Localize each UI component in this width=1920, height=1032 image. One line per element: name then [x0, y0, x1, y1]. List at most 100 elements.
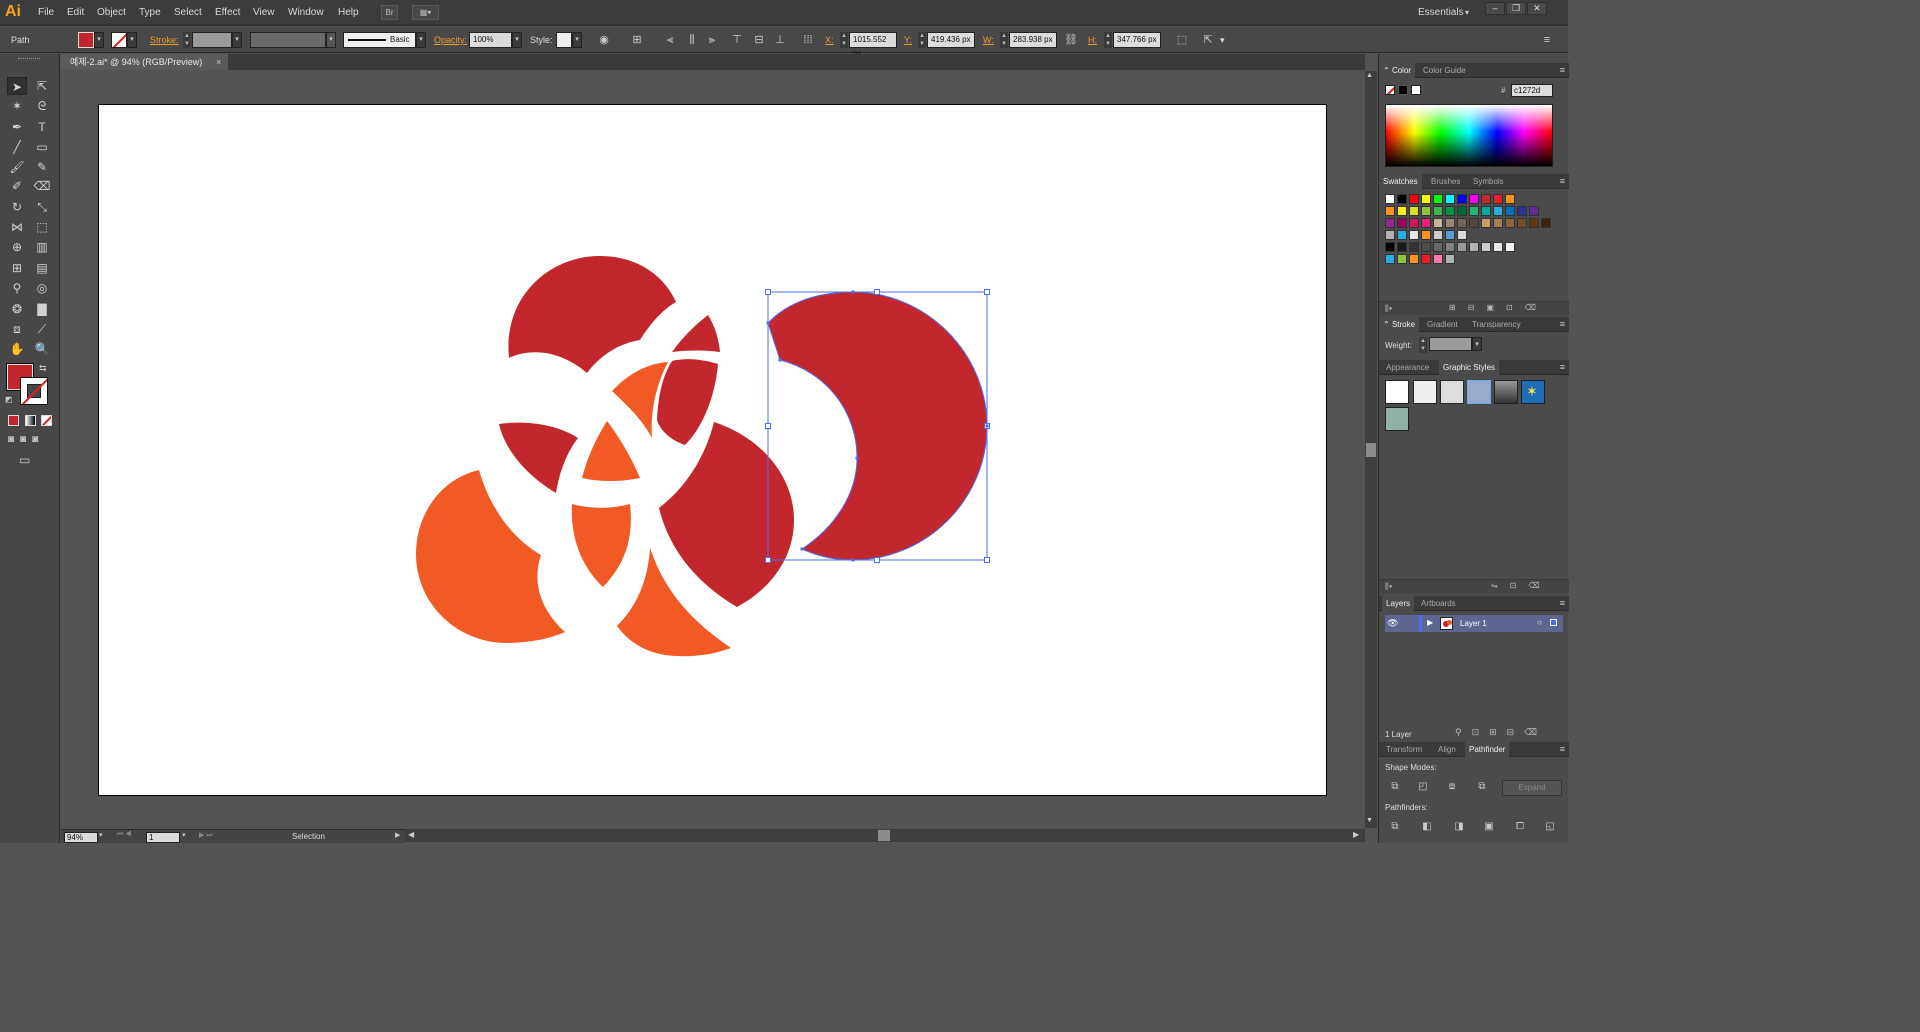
- control-panel-menu-icon[interactable]: ≡: [1540, 33, 1554, 47]
- graphic-style-no-stroke[interactable]: [1413, 380, 1437, 404]
- artboard-number-field[interactable]: 1: [146, 832, 180, 843]
- swatch[interactable]: [1457, 242, 1467, 252]
- panel-menu-icon[interactable]: ≡: [1560, 742, 1565, 757]
- first-artboard-icon[interactable]: ⏮ ◀: [117, 831, 132, 839]
- swatch[interactable]: [1409, 194, 1419, 204]
- top-petal[interactable]: [508, 255, 676, 373]
- tab-graphic-styles[interactable]: Graphic Styles: [1439, 360, 1500, 375]
- swatch-libraries-icon[interactable]: ⫼▾: [1385, 304, 1393, 314]
- swatch[interactable]: [1397, 194, 1407, 204]
- crimson-middle-crescent[interactable]: [657, 359, 718, 445]
- artboard-dropdown-icon[interactable]: ▾: [182, 831, 186, 839]
- swatch[interactable]: [1421, 242, 1431, 252]
- swatch[interactable]: [1433, 206, 1443, 216]
- swatch-actions-icon[interactable]: ⊞⊟▣⊡⌫: [1449, 303, 1548, 312]
- tab-gradient[interactable]: Gradient: [1423, 317, 1462, 332]
- panel-menu-icon[interactable]: ≡: [1560, 174, 1565, 189]
- swatch[interactable]: [1445, 218, 1455, 228]
- restore-button[interactable]: ❐: [1506, 2, 1526, 15]
- left-leaf-petal[interactable]: [499, 422, 578, 493]
- tab-pathfinder[interactable]: Pathfinder: [1465, 742, 1510, 757]
- tab-transparency[interactable]: Transparency: [1468, 317, 1525, 332]
- swatch[interactable]: [1385, 254, 1395, 264]
- layer-actions-icon[interactable]: ⚲⊡⊞⊟⌫: [1455, 727, 1547, 738]
- tab-align[interactable]: Align: [1434, 742, 1460, 757]
- none-color-icon[interactable]: [1385, 85, 1395, 95]
- orange-center-petal[interactable]: [582, 421, 640, 481]
- swatch[interactable]: [1397, 254, 1407, 264]
- swatch[interactable]: [1493, 242, 1503, 252]
- visibility-eye-icon[interactable]: 👁: [1387, 618, 1398, 629]
- tab-artboards[interactable]: Artboards: [1417, 596, 1460, 611]
- tab-stroke[interactable]: ⌃ Stroke: [1379, 317, 1420, 332]
- panel-menu-icon[interactable]: ≡: [1560, 63, 1565, 78]
- swatch[interactable]: [1445, 242, 1455, 252]
- tab-brushes[interactable]: Brushes: [1427, 174, 1464, 189]
- swatch[interactable]: [1481, 194, 1491, 204]
- style-libraries-icon[interactable]: ⫼▾: [1385, 582, 1393, 592]
- expand-layer-icon[interactable]: ▶: [1427, 618, 1433, 627]
- swatch[interactable]: [1541, 218, 1551, 228]
- swatch[interactable]: [1397, 206, 1407, 216]
- graphic-style-blue-outline[interactable]: [1467, 380, 1491, 404]
- swatch[interactable]: [1421, 230, 1431, 240]
- swatch[interactable]: [1445, 206, 1455, 216]
- swatch[interactable]: [1397, 230, 1407, 240]
- style-actions-icon[interactable]: ⇋⊡⌫: [1491, 581, 1552, 590]
- white-color-icon[interactable]: [1411, 85, 1421, 95]
- exclude-icon[interactable]: ⧉: [1474, 779, 1490, 795]
- swatch[interactable]: [1409, 218, 1419, 228]
- next-artboard-icon[interactable]: ▶ ⏭: [199, 831, 213, 840]
- intersect-icon[interactable]: ⧈: [1444, 779, 1460, 795]
- swatch[interactable]: [1505, 218, 1515, 228]
- tab-layers[interactable]: Layers: [1382, 596, 1415, 611]
- tab-transform[interactable]: Transform: [1382, 742, 1426, 757]
- trim-icon[interactable]: ◧: [1419, 819, 1435, 835]
- vertical-scroll-thumb[interactable]: [1366, 443, 1376, 457]
- crop-icon[interactable]: ▣: [1481, 819, 1497, 835]
- layer-row[interactable]: 👁 ▶ Layer 1 ○: [1385, 615, 1563, 632]
- swatch[interactable]: [1505, 242, 1515, 252]
- divide-icon[interactable]: ⧉: [1387, 819, 1403, 835]
- swatch[interactable]: [1421, 206, 1431, 216]
- minus-back-icon[interactable]: ◱: [1542, 819, 1558, 835]
- swatch[interactable]: [1493, 194, 1503, 204]
- weight-stepper[interactable]: ▲ ▼: [1419, 337, 1427, 353]
- swatch[interactable]: [1409, 242, 1419, 252]
- swatch[interactable]: [1457, 218, 1467, 228]
- expand-button[interactable]: Expand: [1502, 780, 1562, 796]
- swatch[interactable]: [1397, 242, 1407, 252]
- graphic-style-shadow[interactable]: [1440, 380, 1464, 404]
- zoom-field[interactable]: 94%: [64, 832, 98, 843]
- swatch[interactable]: [1385, 242, 1395, 252]
- tab-symbols[interactable]: Symbols: [1469, 174, 1508, 189]
- swatch[interactable]: [1433, 194, 1443, 204]
- target-icon[interactable]: ○: [1537, 618, 1542, 627]
- swatch[interactable]: [1421, 218, 1431, 228]
- unite-icon[interactable]: ⧉: [1387, 779, 1403, 795]
- swatch[interactable]: [1517, 206, 1527, 216]
- swatch[interactable]: [1385, 194, 1395, 204]
- artwork-layer[interactable]: [0, 0, 1365, 828]
- chevron-down-icon[interactable]: ▾: [1465, 8, 1469, 17]
- scroll-up-icon[interactable]: ▲: [1366, 72, 1373, 79]
- zoom-dropdown-icon[interactable]: ▾: [99, 831, 103, 839]
- swatch[interactable]: [1385, 230, 1395, 240]
- scroll-left-icon[interactable]: ◀: [408, 830, 414, 839]
- scroll-down-icon[interactable]: ▼: [1366, 817, 1373, 824]
- swatch[interactable]: [1493, 218, 1503, 228]
- status-menu-icon[interactable]: ▶: [395, 831, 400, 839]
- tab-color-guide[interactable]: Color Guide: [1419, 63, 1470, 78]
- swatch[interactable]: [1445, 230, 1455, 240]
- tab-color[interactable]: ⌃ Color: [1379, 63, 1416, 78]
- swatch[interactable]: [1469, 194, 1479, 204]
- swatch[interactable]: [1397, 218, 1407, 228]
- panel-menu-icon[interactable]: ≡: [1560, 360, 1565, 375]
- weight-field[interactable]: [1429, 337, 1472, 351]
- graphic-style-stone[interactable]: [1385, 407, 1409, 431]
- swatch[interactable]: [1409, 254, 1419, 264]
- swatch[interactable]: [1457, 194, 1467, 204]
- swatch[interactable]: [1421, 254, 1431, 264]
- swatch[interactable]: [1433, 254, 1443, 264]
- swatch[interactable]: [1409, 206, 1419, 216]
